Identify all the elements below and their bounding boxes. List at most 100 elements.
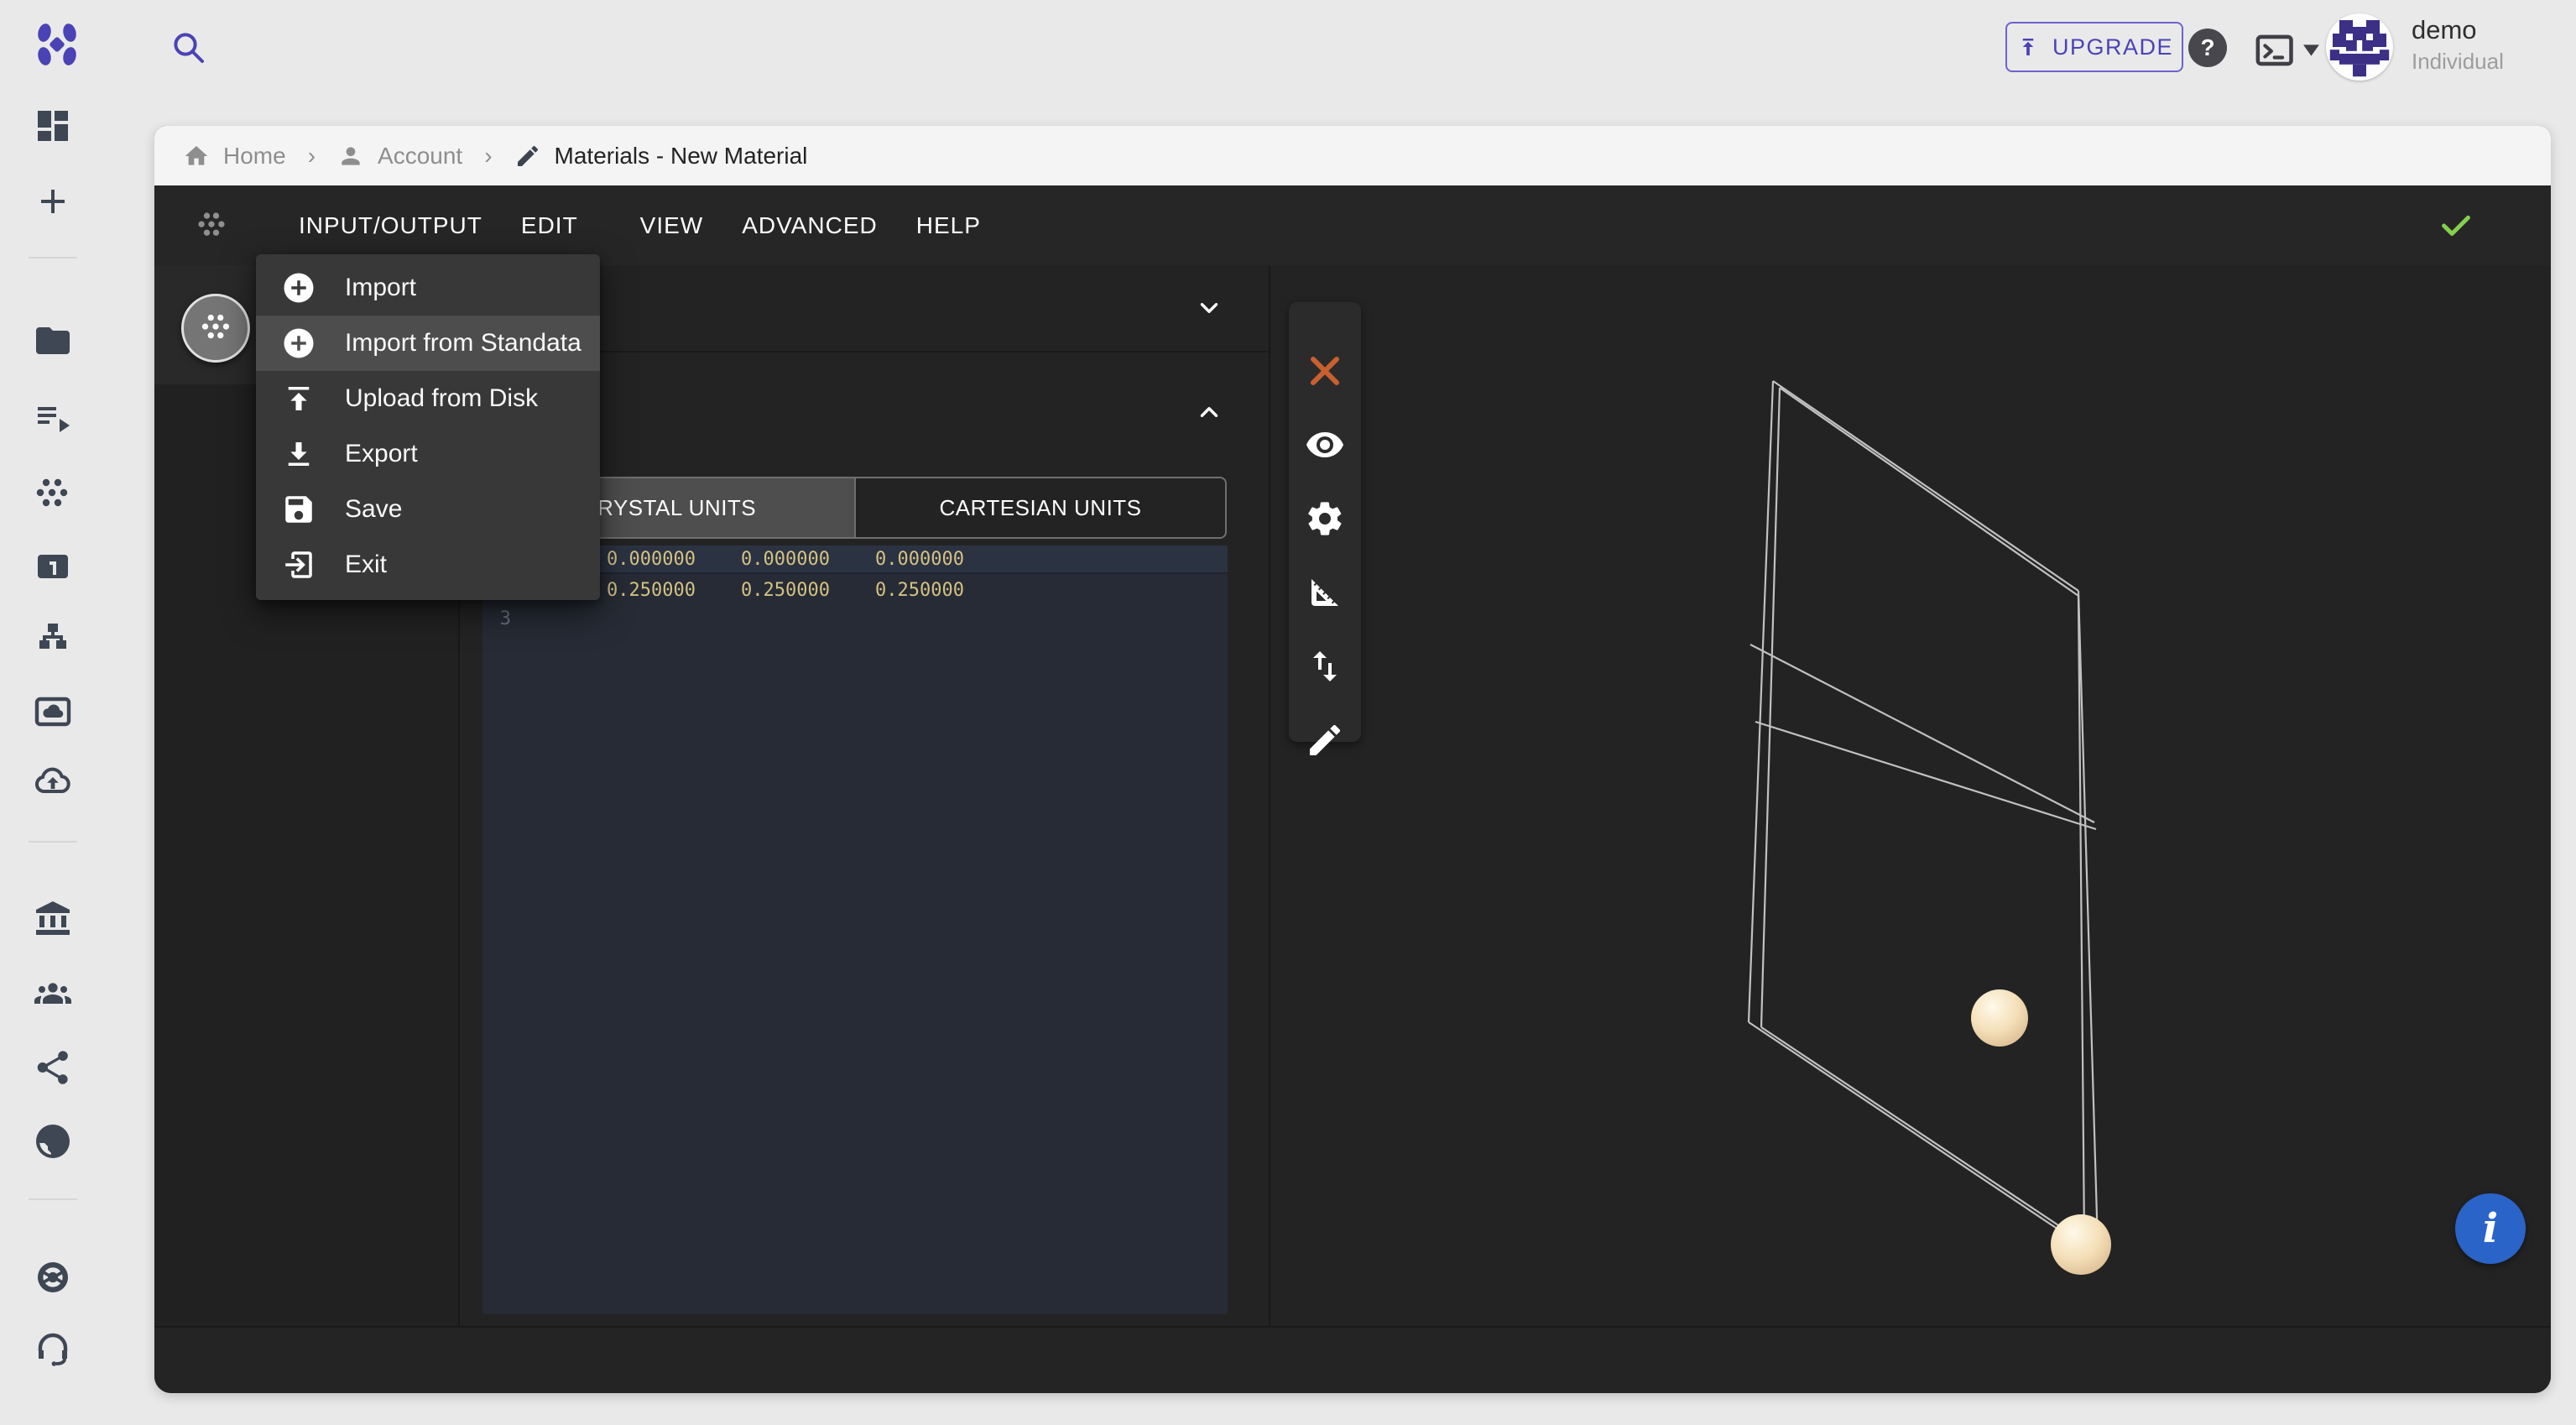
add-circle-icon	[281, 270, 316, 305]
download-icon	[281, 436, 316, 472]
add-icon[interactable]	[33, 181, 73, 222]
one-box-icon[interactable]	[33, 546, 73, 587]
designer-footer	[154, 1326, 2551, 1393]
menu-item-import[interactable]: Import	[256, 260, 600, 316]
set-square-icon[interactable]	[1305, 572, 1345, 613]
coordinate-value: 0.000000	[741, 549, 875, 570]
settings-gear-icon[interactable]	[1305, 498, 1345, 539]
page-title: Materials - New Material	[555, 143, 808, 170]
menu-item-label: Exit	[345, 551, 387, 579]
support-icon[interactable]	[33, 1329, 73, 1370]
menu-item-label: Save	[345, 495, 402, 524]
account-icon	[337, 143, 364, 170]
breadcrumb-separator: ›	[484, 143, 492, 170]
coordinate-value: 0.000000	[607, 549, 741, 570]
eye-icon[interactable]	[1305, 425, 1345, 465]
playlist-run-icon[interactable]	[33, 397, 73, 437]
pencil-icon[interactable]	[1305, 720, 1345, 760]
menu-item-save[interactable]: Save	[256, 482, 600, 537]
sidebar-divider	[29, 257, 77, 258]
top-app-bar: UPGRADE ? demo Individual	[0, 0, 2576, 126]
three-d-viewer[interactable]: i	[1272, 265, 2551, 1326]
helm-icon[interactable]	[33, 1257, 73, 1297]
user-plan: Individual	[2412, 49, 2504, 75]
swap-vert-icon[interactable]	[1305, 646, 1345, 686]
sidebar-divider	[29, 1198, 77, 1200]
menu-advanced[interactable]: ADVANCED	[742, 196, 878, 256]
menu-view[interactable]: VIEW	[640, 196, 704, 256]
identicon-image	[2326, 13, 2393, 81]
avatar[interactable]	[2326, 13, 2393, 81]
chevron-down-icon	[2303, 44, 2319, 56]
check-icon	[2437, 206, 2475, 244]
exit-icon	[281, 547, 316, 582]
upgrade-label: UPGRADE	[2052, 34, 2173, 60]
menu-item-upload-from-disk[interactable]: Upload from Disk	[256, 371, 600, 426]
menu-item-exit[interactable]: Exit	[256, 537, 600, 592]
help-question-label: ?	[2200, 34, 2214, 61]
molecule-dots-icon	[193, 207, 230, 244]
menu-input-output[interactable]: INPUT/OUTPUT	[299, 196, 482, 256]
help-button[interactable]: ?	[2188, 29, 2227, 67]
breadcrumb-account[interactable]: Account	[337, 143, 462, 170]
menu-item-label: Import from Standata	[345, 329, 581, 358]
menu-help[interactable]: HELP	[916, 196, 981, 256]
folder-icon[interactable]	[33, 321, 73, 361]
breadcrumb-separator: ›	[308, 143, 315, 170]
team-icon[interactable]	[33, 973, 73, 1014]
dashboard-icon[interactable]	[33, 106, 73, 146]
add-circle-icon	[281, 326, 316, 361]
atom-sphere	[1971, 989, 2028, 1047]
menu-item-label: Export	[345, 440, 418, 468]
hierarchy-icon[interactable]	[33, 619, 73, 659]
designer-menubar: INPUT/OUTPUT EDIT VIEW ADVANCED HELP	[154, 185, 2551, 265]
save-icon	[281, 492, 316, 527]
info-button[interactable]: i	[2455, 1193, 2526, 1264]
sidebar-divider	[29, 841, 77, 843]
coordinate-value: 0.250000	[741, 580, 875, 601]
menu-item-label: Import	[345, 274, 416, 302]
search-icon[interactable]	[168, 27, 208, 67]
share-icon[interactable]	[33, 1047, 73, 1088]
upgrade-button[interactable]: UPGRADE	[2005, 22, 2183, 72]
globe-icon[interactable]	[33, 1121, 73, 1161]
mat3ra-logo[interactable]	[35, 22, 79, 67]
info-label: i	[2483, 1205, 2498, 1252]
breadcrumb-label: Home	[223, 143, 286, 170]
material-item-button[interactable]	[181, 294, 250, 363]
upgrade-arrow-icon	[2015, 34, 2041, 60]
breadcrumb-home[interactable]: Home	[183, 143, 286, 170]
basis-code-editor[interactable]: 0.000000 0.000000 0.000000 0.250000 0.25…	[482, 545, 1228, 1314]
molecule-icon[interactable]	[33, 472, 73, 513]
atom-sphere	[2051, 1214, 2111, 1275]
chevron-up-icon[interactable]	[1195, 398, 1223, 426]
menu-item-export[interactable]: Export	[256, 426, 600, 482]
menu-edit[interactable]: EDIT	[521, 196, 578, 256]
cloud-upload-icon[interactable]	[33, 762, 73, 802]
console-dropdown-button[interactable]	[2255, 32, 2319, 69]
chevron-down-icon[interactable]	[1195, 294, 1223, 322]
console-terminal-icon	[2255, 32, 2297, 69]
tab-cartesian-units[interactable]: CARTESIAN UNITS	[854, 478, 1225, 537]
breadcrumb-current: Materials - New Material	[514, 143, 808, 170]
line-number: 3	[482, 608, 519, 629]
input-output-menu: Import Import from Standata Upload from …	[256, 254, 600, 600]
coordinate-value: 0.000000	[875, 549, 1009, 570]
breadcrumb: Home › Account › Materials - New Materia…	[154, 126, 2551, 185]
coordinate-value: 0.250000	[875, 580, 1009, 601]
bank-icon[interactable]	[33, 898, 73, 938]
media-icon[interactable]	[33, 692, 73, 732]
coordinate-value: 0.250000	[607, 580, 741, 601]
viewer-toolbar	[1289, 302, 1361, 742]
menu-item-label: Upload from Disk	[345, 384, 538, 413]
edit-pencil-icon	[514, 143, 541, 170]
menu-item-import-from-standata[interactable]: Import from Standata	[256, 316, 600, 371]
molecule-dots-icon	[196, 309, 235, 347]
home-icon	[183, 143, 210, 170]
sidebar-rail	[0, 92, 109, 1425]
close-icon[interactable]	[1305, 351, 1345, 391]
editor-row[interactable]: 3	[482, 604, 1228, 633]
crystal-wireframe-scene	[1272, 265, 2551, 1326]
upload-icon	[281, 381, 316, 416]
user-name[interactable]: demo	[2412, 15, 2477, 45]
